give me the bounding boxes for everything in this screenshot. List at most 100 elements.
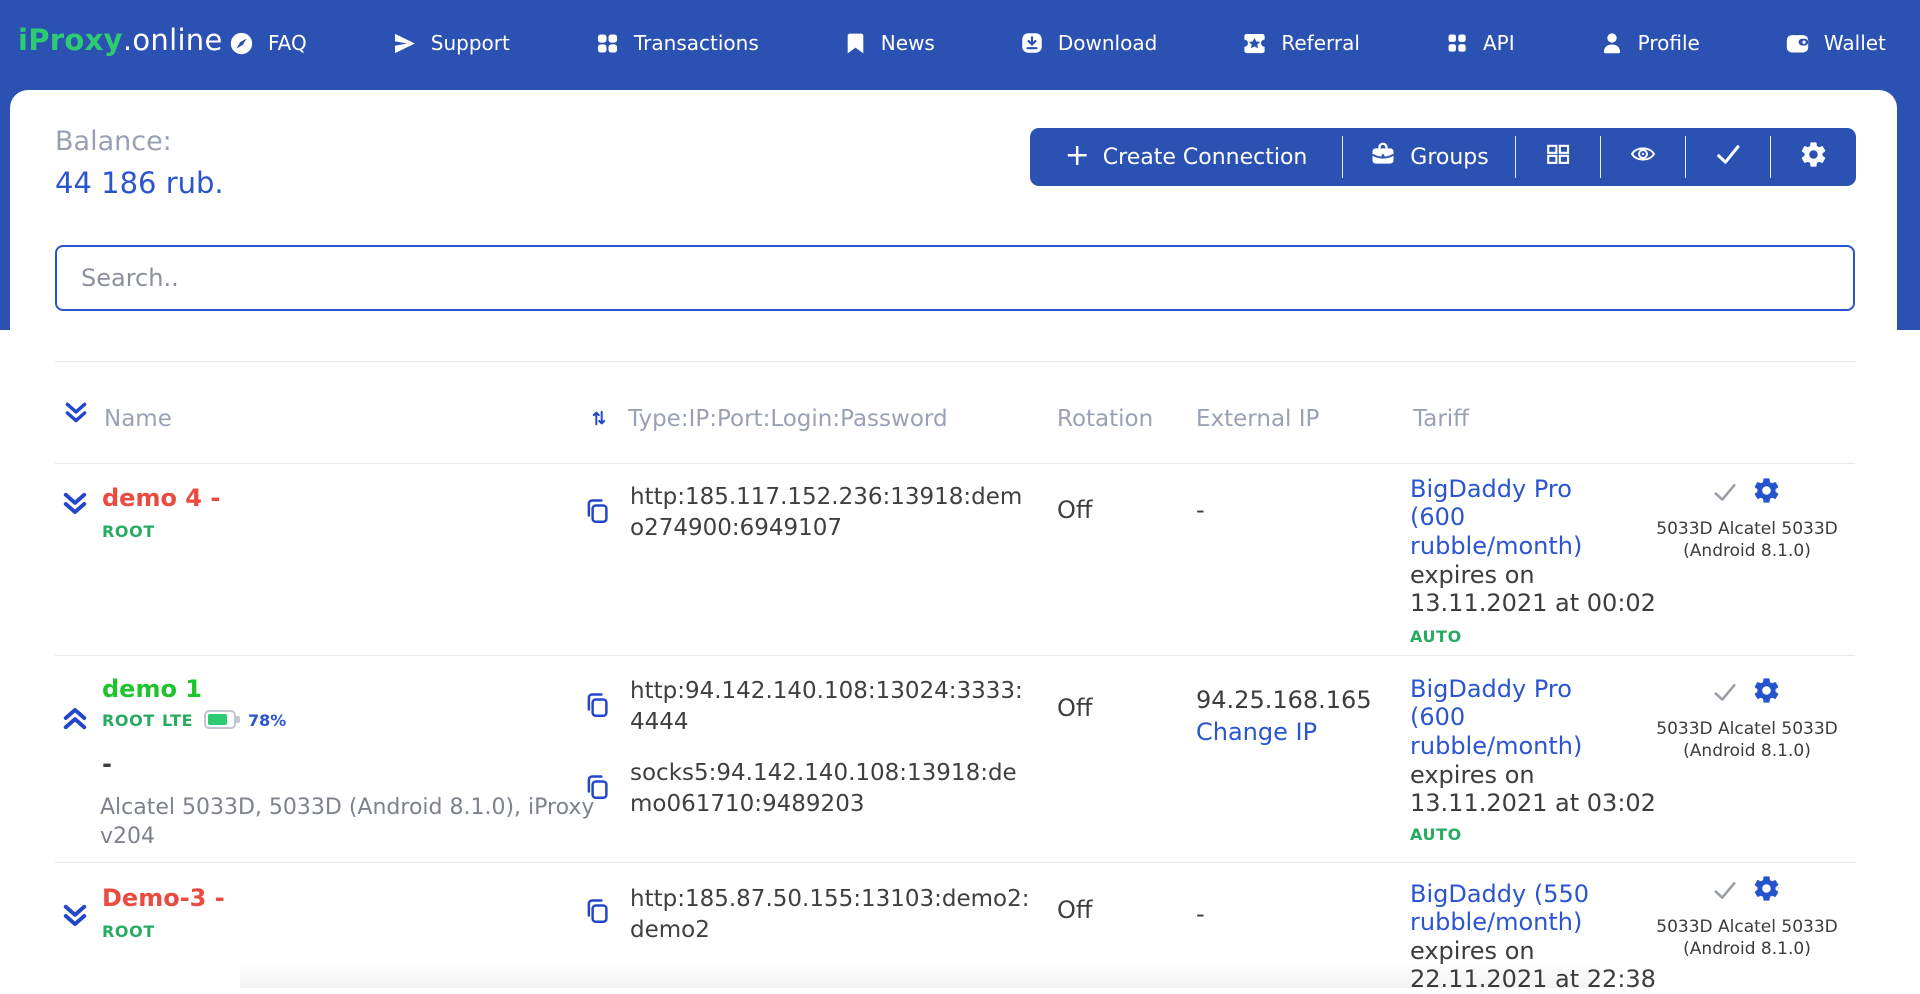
person-icon <box>1599 30 1625 56</box>
nav-label: News <box>881 31 935 55</box>
tariff-link[interactable]: BigDaddy (550 <box>1410 880 1589 909</box>
tariff-expires-date: 13.11.2021 at 03:02 <box>1410 789 1656 818</box>
tariff-link[interactable]: rubble/month) <box>1410 732 1582 761</box>
rotation-value: Off <box>1057 496 1092 524</box>
auto-badge: AUTO <box>1410 627 1462 646</box>
grid-view-button[interactable] <box>1516 128 1600 186</box>
column-header-tariff: Tariff <box>1413 406 1469 432</box>
tariff-link[interactable]: (600 <box>1410 503 1465 532</box>
sort-chevrons-icon[interactable] <box>62 400 90 430</box>
row-settings-gear-icon[interactable] <box>1752 874 1781 907</box>
sort-arrows-icon[interactable] <box>590 407 608 433</box>
grid-squares-icon <box>1444 30 1470 56</box>
auto-badge: AUTO <box>1410 825 1462 844</box>
search-input[interactable] <box>55 245 1855 311</box>
nav-label: Profile <box>1638 31 1700 55</box>
download-icon <box>1019 30 1045 56</box>
external-ip-value: - <box>1196 900 1205 928</box>
device-model: 5033D Alcatel 5033D (Android 8.1.0) <box>1628 718 1866 762</box>
brand-logo[interactable]: iProxy.online <box>18 23 223 57</box>
nav-label: Download <box>1058 31 1157 55</box>
wallet-icon <box>1784 30 1811 57</box>
nav-item-news[interactable]: News <box>843 31 935 56</box>
nav-label: Support <box>431 31 510 55</box>
root-badge: ROOT <box>102 922 155 941</box>
collapse-row-icon[interactable] <box>60 700 90 732</box>
status-check-icon[interactable] <box>1710 877 1740 907</box>
nav-item-support[interactable]: Support <box>391 30 510 57</box>
status-check-icon[interactable] <box>1710 479 1740 509</box>
tariff-link[interactable]: rubble/month) <box>1410 532 1582 561</box>
create-connection-button[interactable]: + Create Connection <box>1030 128 1342 186</box>
gear-icon <box>1799 140 1828 175</box>
nav-item-referral[interactable]: Referral <box>1241 30 1360 57</box>
nav-item-faq[interactable]: FAQ <box>228 30 307 57</box>
tariff-link[interactable]: (600 <box>1410 703 1465 732</box>
copy-icon[interactable] <box>582 494 612 531</box>
nav-item-api[interactable]: API <box>1444 30 1515 56</box>
brand-logo-secondary: .online <box>123 23 223 57</box>
rotation-value: Off <box>1057 896 1092 924</box>
row-settings-gear-icon[interactable] <box>1752 676 1781 709</box>
nav-label: Wallet <box>1824 31 1886 55</box>
connection-string: socks5:94.142.140.108:13918:demo061710:9… <box>630 758 1030 820</box>
copy-icon[interactable] <box>582 894 612 931</box>
top-navbar: iProxy.online FAQ Support Transactions N… <box>0 0 1920 88</box>
row-settings-gear-icon[interactable] <box>1752 476 1781 509</box>
actions-toolbar: + Create Connection Groups <box>1030 128 1856 186</box>
row-dash: - <box>102 750 112 778</box>
root-badge: ROOT <box>102 522 155 541</box>
nav-item-wallet[interactable]: Wallet <box>1784 30 1886 57</box>
expand-row-icon[interactable] <box>60 490 90 522</box>
external-ip-value: - <box>1196 496 1205 524</box>
battery-percent: 78% <box>248 711 286 730</box>
select-all-button[interactable] <box>1686 128 1770 186</box>
groups-label: Groups <box>1410 145 1488 170</box>
check-icon <box>1712 140 1744 174</box>
plus-icon: + <box>1065 141 1090 171</box>
column-header-external-ip: External IP <box>1196 406 1319 432</box>
expand-row-icon[interactable] <box>60 902 90 934</box>
connection-string: http:185.117.152.236:13918:demo274900:69… <box>630 482 1030 544</box>
nav-label: FAQ <box>268 31 307 55</box>
grid-view-icon <box>1543 140 1573 174</box>
lte-badge: LTE <box>162 711 193 730</box>
tariff-expires: expires on <box>1410 761 1535 790</box>
nav-label: Referral <box>1281 31 1360 55</box>
rotation-value: Off <box>1057 694 1092 722</box>
tariff-link[interactable]: rubble/month) <box>1410 908 1582 937</box>
tariff-link[interactable]: BigDaddy Pro <box>1410 675 1572 704</box>
status-check-icon[interactable] <box>1710 679 1740 709</box>
nav-item-profile[interactable]: Profile <box>1599 30 1700 56</box>
nav-item-transactions[interactable]: Transactions <box>594 30 759 57</box>
blocks-icon <box>594 30 621 57</box>
copy-icon[interactable] <box>582 770 612 807</box>
column-header-connection: Type:IP:Port:Login:Password <box>628 406 948 432</box>
connection-string: http:185.87.50.155:13103:demo2:demo2 <box>630 884 1030 946</box>
device-model: 5033D Alcatel 5033D (Android 8.1.0) <box>1628 518 1866 562</box>
groups-button[interactable]: Groups <box>1343 128 1515 186</box>
bookmark-icon <box>843 31 868 56</box>
divider <box>55 862 1855 863</box>
balance-label: Balance: <box>55 126 172 157</box>
divider <box>55 361 1855 362</box>
tariff-link[interactable]: BigDaddy Pro <box>1410 475 1572 504</box>
ticket-star-icon <box>1241 30 1268 57</box>
root-badge: ROOT <box>102 711 155 730</box>
copy-icon[interactable] <box>582 688 612 725</box>
connection-name[interactable]: demo 1 <box>102 675 202 703</box>
change-ip-link[interactable]: Change IP <box>1196 718 1317 746</box>
nav-item-download[interactable]: Download <box>1019 30 1157 56</box>
content-card: Balance: 44 186 rub. + Create Connection… <box>10 90 1897 988</box>
tariff-expires-date: 13.11.2021 at 00:02 <box>1410 589 1656 618</box>
battery-icon <box>204 710 236 729</box>
brand-logo-primary: iProxy <box>18 23 123 57</box>
settings-button[interactable] <box>1771 128 1855 186</box>
device-model: 5033D Alcatel 5033D (Android 8.1.0) <box>1628 916 1866 960</box>
tariff-expires: expires on <box>1410 561 1535 590</box>
visibility-button[interactable] <box>1601 128 1685 186</box>
connection-name[interactable]: Demo-3 - <box>102 884 225 912</box>
divider <box>55 655 1855 656</box>
connection-name[interactable]: demo 4 - <box>102 484 220 512</box>
nav-label: Transactions <box>634 31 759 55</box>
